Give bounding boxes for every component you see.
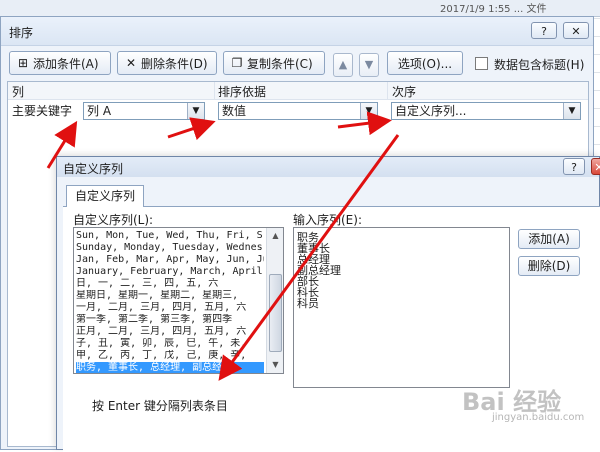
add-list-button[interactable]: 添加(A) [518, 229, 580, 249]
copy-icon: ❐ [231, 56, 243, 70]
list-entries-textarea[interactable]: 职务 董事长 总经理 副总经理 部长 科长 科员 [293, 227, 510, 388]
options-button[interactable]: 选项(O)... [387, 51, 463, 75]
header-checkbox[interactable] [475, 57, 488, 70]
custom-list-item[interactable]: 日, 一, 二, 三, 四, 五, 六 [76, 278, 264, 290]
chevron-down-icon[interactable]: ▼ [360, 103, 377, 119]
scroll-thumb[interactable] [269, 274, 282, 352]
header-separator [214, 82, 215, 99]
spreadsheet-top-strip: 2017/1/9 1:55 ... 文件 [0, 0, 600, 17]
add-condition-icon: ⊞ [17, 56, 29, 70]
copy-condition-label: 复制条件(C) [247, 56, 313, 71]
column-header: 列 [12, 85, 25, 99]
order-header: 次序 [392, 85, 417, 99]
order-combo[interactable]: 自定义序列... ▼ [391, 102, 581, 120]
sort-on-combo[interactable]: 数值 ▼ [218, 102, 378, 120]
chevron-down-icon[interactable]: ▼ [563, 103, 580, 119]
sort-on-header: 排序依据 [218, 85, 267, 99]
primary-key-label: 主要关键字 [12, 104, 73, 118]
custom-lists-listbox[interactable]: Sun, Mon, Tue, Wed, Thu, Fri, S Sunday, M… [73, 227, 284, 374]
grid-header-row: 列 排序依据 次序 [8, 82, 588, 100]
add-condition-label: 添加条件(A) [33, 56, 99, 71]
custom-lists-scrollbar[interactable]: ▲ ▼ [266, 228, 283, 373]
custom-list-help-button[interactable]: ? [563, 158, 585, 175]
column-combo-value: 列 A [87, 104, 112, 118]
custom-list-title-bar[interactable]: 自定义序列 [57, 157, 599, 177]
watermark-url: jingyan.baidu.com [492, 412, 585, 423]
tab-custom-lists[interactable]: 自定义序列 [66, 185, 144, 207]
custom-list-item[interactable]: 正月, 二月, 三月, 四月, 五月, 六 [76, 326, 264, 338]
custom-list-item[interactable]: 甲, 乙, 丙, 丁, 戊, 己, 庚, 辛, [76, 350, 264, 362]
move-down-button[interactable]: ▼ [359, 53, 379, 77]
custom-list-close-button[interactable]: ✕ [591, 158, 600, 175]
move-up-button[interactable]: ▲ [333, 53, 353, 77]
custom-list-item[interactable]: 一月, 二月, 三月, 四月, 五月, 六 [76, 302, 264, 314]
sort-close-button[interactable]: ✕ [563, 22, 589, 39]
arrow-up-icon: ▲ [338, 58, 348, 71]
custom-list-item[interactable]: 子, 丑, 寅, 卯, 辰, 巳, 午, 未, [76, 338, 264, 350]
copy-condition-button[interactable]: ❐ 复制条件(C) [223, 51, 325, 75]
custom-list-item[interactable]: Sunday, Monday, Tuesday, Wednes [76, 242, 264, 254]
custom-list-item[interactable]: January, February, March, April [76, 266, 264, 278]
sort-dialog-title-bar[interactable]: 排序 ? ✕ [1, 17, 593, 46]
sort-dialog-title: 排序 [9, 26, 34, 40]
delete-condition-label: 删除条件(D) [141, 56, 208, 71]
header-separator [387, 82, 388, 99]
delete-condition-button[interactable]: ✕ 删除条件(D) [117, 51, 217, 75]
delete-list-button[interactable]: 删除(D) [518, 256, 580, 276]
list-entries-label: 输入序列(E): [293, 213, 362, 227]
header-checkbox-label: 数据包含标题(H) [494, 58, 585, 72]
scroll-up-icon[interactable]: ▲ [268, 229, 283, 243]
chevron-down-icon[interactable]: ▼ [187, 103, 204, 119]
custom-list-item[interactable]: 星期日, 星期一, 星期二, 星期三, [76, 290, 264, 302]
options-label: 选项(O)... [397, 56, 453, 71]
order-combo-value: 自定义序列... [395, 104, 467, 118]
add-condition-button[interactable]: ⊞ 添加条件(A) [9, 51, 111, 75]
custom-list-item[interactable]: Jan, Feb, Mar, Apr, May, Jun, Ju [76, 254, 264, 266]
sort-on-combo-value: 数值 [222, 104, 247, 118]
entry-hint: 按 Enter 键分隔列表条目 [92, 399, 228, 413]
scroll-down-icon[interactable]: ▼ [268, 358, 283, 372]
arrow-down-icon: ▼ [364, 58, 374, 71]
column-combo[interactable]: 列 A ▼ [83, 102, 205, 120]
list-entry: 科员 [297, 297, 319, 310]
sort-help-button[interactable]: ? [531, 22, 557, 39]
custom-list-title: 自定义序列 [63, 162, 124, 176]
delete-x-icon: ✕ [125, 56, 137, 70]
custom-list-item[interactable]: 职务, 董事长, 总经理, 副总经理, [76, 362, 264, 373]
cell-fragment: 2017/1/9 1:55 ... 文件 [440, 4, 547, 15]
custom-list-item[interactable]: Sun, Mon, Tue, Wed, Thu, Fri, S [76, 230, 264, 242]
custom-lists-label: 自定义序列(L): [73, 213, 154, 227]
custom-list-item[interactable]: 第一季, 第二季, 第三季, 第四季 [76, 314, 264, 326]
